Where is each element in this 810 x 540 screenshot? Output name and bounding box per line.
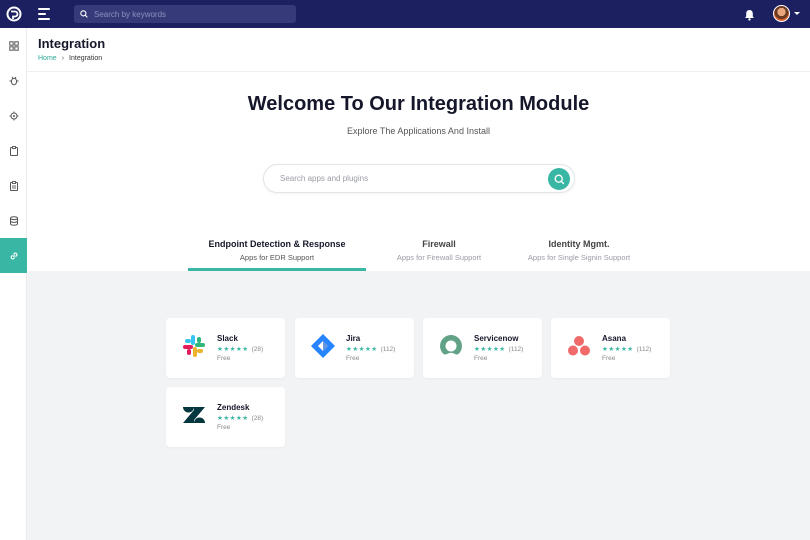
rating-count: (112) (636, 345, 652, 353)
tab-label: Endpoint Detection & Response (208, 239, 346, 249)
star-rating-icon: ★★★★★ (474, 345, 506, 353)
rating-count: (28) (251, 414, 264, 422)
settings-bug-icon (9, 111, 18, 120)
servicenow-logo-icon (440, 335, 462, 355)
menu-toggle-icon[interactable] (38, 8, 50, 20)
app-name: Zendesk (217, 403, 250, 412)
app-name: Asana (602, 334, 627, 343)
tab-label: Firewall (422, 239, 456, 249)
asana-logo-icon (568, 336, 590, 356)
app-card-slack[interactable]: Slack ★★★★★ (28) Free (166, 318, 285, 378)
rating-count: (112) (508, 345, 524, 353)
rating-count: (28) (251, 345, 264, 353)
app-rating: ★★★★★ (112) (474, 345, 523, 353)
page-title: Integration (38, 36, 106, 51)
tab-sublabel: Apps for Single Signin Support (527, 253, 631, 262)
app-price: Free (217, 355, 231, 362)
tab-sublabel: Apps for EDR Support (239, 253, 315, 262)
sidebar-item-tasks[interactable] (0, 168, 27, 203)
app-rating: ★★★★★ (28) (217, 414, 263, 422)
checklist-icon (9, 180, 18, 191)
avatar (773, 5, 790, 22)
global-search-input[interactable] (94, 9, 284, 19)
slack-logo-icon (183, 335, 205, 357)
app-rating: ★★★★★ (112) (346, 345, 395, 353)
star-rating-icon: ★★★★★ (217, 414, 249, 422)
hero-subtitle: Explore The Applications And Install (347, 126, 490, 136)
app-card-jira[interactable]: Jira ★★★★★ (112) Free (295, 318, 414, 378)
app-search-input[interactable] (280, 174, 530, 183)
bug-icon (9, 76, 18, 85)
tab-sublabel: Apps for Firewall Support (396, 253, 482, 262)
rating-count: (112) (380, 345, 396, 353)
sidebar-item-reports[interactable] (0, 133, 27, 168)
app-search (263, 164, 575, 193)
clipboard-icon (9, 145, 18, 156)
app-grid: Slack ★★★★★ (28) Free Jira ★★★★★ (112) F… (27, 271, 810, 540)
search-icon (80, 10, 88, 18)
tab-identity[interactable]: Identity Mgmt. Apps for Single Signin Su… (512, 239, 646, 271)
app-card-servicenow[interactable]: Servicenow ★★★★★ (112) Free (423, 318, 542, 378)
tab-edr[interactable]: Endpoint Detection & Response Apps for E… (188, 239, 366, 271)
hero-section: Welcome To Our Integration Module Explor… (27, 73, 810, 271)
breadcrumb-current: Integration (69, 55, 103, 62)
breadcrumb-home-link[interactable]: Home (38, 55, 57, 62)
app-price: Free (474, 355, 488, 362)
user-menu[interactable] (773, 5, 800, 22)
app-search-button[interactable] (548, 168, 570, 190)
jira-logo-icon (311, 334, 335, 358)
top-bar (0, 0, 810, 28)
app-price: Free (602, 355, 616, 362)
sidebar-item-dashboard[interactable] (0, 28, 27, 63)
app-price: Free (217, 424, 231, 431)
star-rating-icon: ★★★★★ (346, 345, 378, 353)
chevron-right-icon: › (61, 55, 65, 62)
app-name: Jira (346, 334, 361, 343)
dashboard-icon (8, 40, 19, 51)
sidebar-item-database[interactable] (0, 203, 27, 238)
hero-title: Welcome To Our Integration Module (247, 93, 590, 115)
sidebar-item-integration[interactable] (0, 238, 27, 273)
database-icon (9, 215, 18, 226)
category-tabs: Endpoint Detection & Response Apps for E… (188, 239, 646, 271)
logo-icon (6, 6, 22, 22)
link-icon (10, 252, 17, 259)
search-icon (554, 174, 564, 184)
star-rating-icon: ★★★★★ (217, 345, 249, 353)
zendesk-logo-icon (183, 407, 205, 423)
app-card-asana[interactable]: Asana ★★★★★ (112) Free (551, 318, 670, 378)
notification-bell-icon[interactable] (744, 8, 756, 21)
app-price: Free (346, 355, 360, 362)
app-rating: ★★★★★ (112) (602, 345, 651, 353)
sidebar-item-threats[interactable] (0, 63, 27, 98)
app-name: Slack (217, 334, 238, 343)
app-card-zendesk[interactable]: Zendesk ★★★★★ (28) Free (166, 387, 285, 447)
sidebar (0, 28, 27, 540)
sidebar-item-vulnerabilities[interactable] (0, 98, 27, 133)
app-name: Servicenow (474, 334, 519, 343)
page-header: Integration Home › Integration (27, 28, 810, 72)
app-rating: ★★★★★ (28) (217, 345, 263, 353)
global-search[interactable] (74, 5, 296, 23)
tab-firewall[interactable]: Firewall Apps for Firewall Support (366, 239, 512, 271)
tab-label: Identity Mgmt. (548, 239, 610, 249)
star-rating-icon: ★★★★★ (602, 345, 634, 353)
app-logo[interactable] (0, 0, 28, 28)
breadcrumb: Home › Integration (38, 55, 102, 62)
chevron-down-icon (794, 12, 800, 15)
